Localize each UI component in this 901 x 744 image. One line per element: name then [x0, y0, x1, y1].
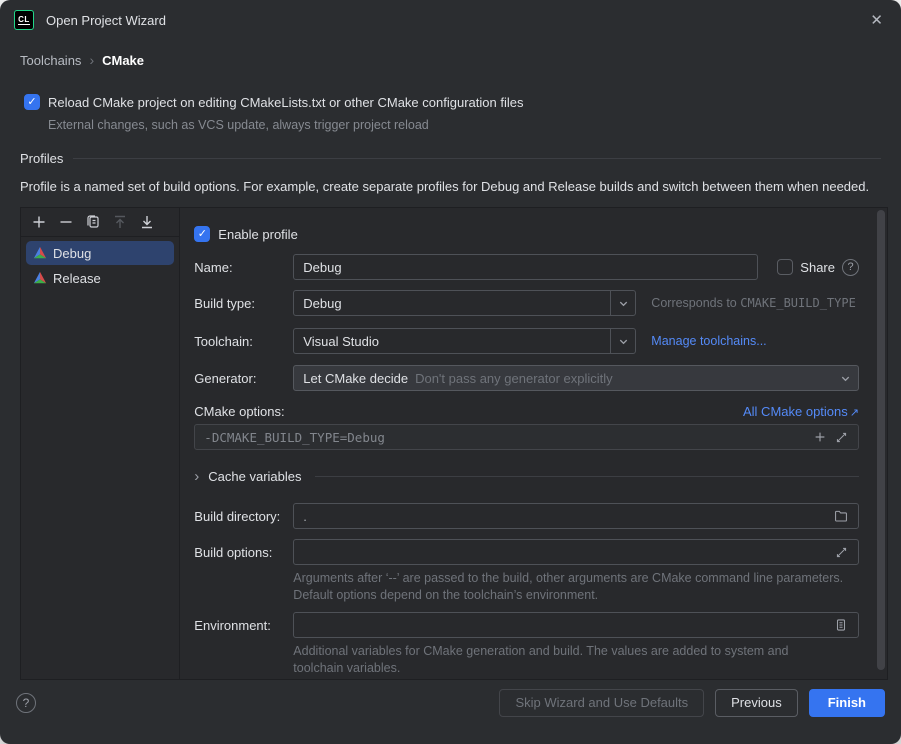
cmake-options-header: CMake options: All CMake options↗	[194, 404, 859, 419]
cmake-options-label: CMake options:	[194, 404, 284, 419]
generator-row: Generator: Let CMake decide Don't pass a…	[194, 365, 859, 391]
enable-profile-row: ✓ Enable profile	[194, 226, 859, 242]
profiles-title: Profiles	[20, 151, 63, 166]
move-down-button[interactable]	[139, 214, 155, 230]
profile-item-label: Release	[53, 271, 101, 286]
profile-item-debug[interactable]: Debug	[26, 241, 174, 265]
environment-input[interactable]	[293, 612, 859, 638]
cmake-profile-icon	[33, 271, 47, 285]
breadcrumb-cmake: CMake	[102, 53, 144, 68]
cache-variables-toggle[interactable]: › Cache variables	[194, 468, 859, 485]
toolchain-row: Toolchain: Visual Studio Manage toolchai…	[194, 328, 859, 354]
build-options-hint: Arguments after ‘--’ are passed to the b…	[293, 570, 853, 603]
breadcrumb-toolchains[interactable]: Toolchains	[20, 53, 81, 68]
generator-select[interactable]: Let CMake decide Don't pass any generato…	[293, 365, 859, 391]
build-type-hint: Corresponds to CMAKE_BUILD_TYPE	[651, 296, 856, 310]
name-input[interactable]: Debug	[293, 254, 758, 280]
profile-item-release[interactable]: Release	[26, 266, 174, 290]
reload-section: ✓ Reload CMake project on editing CMakeL…	[24, 92, 901, 132]
name-row: Name: Debug Share ?	[194, 254, 859, 280]
share-label: Share	[800, 260, 835, 275]
checkmark-icon: ✓	[27, 97, 36, 108]
build-type-value: Debug	[303, 296, 341, 311]
clion-logo-icon: CL	[14, 10, 34, 30]
open-project-wizard-dialog: CL Open Project Wizard ✕ Toolchains › CM…	[0, 0, 901, 744]
toolchain-label: Toolchain:	[194, 334, 293, 349]
generator-placeholder: Don't pass any generator explicitly	[415, 371, 613, 386]
folder-icon[interactable]	[834, 509, 848, 523]
build-directory-label: Build directory:	[194, 509, 293, 524]
toolchain-select[interactable]: Visual Studio	[293, 328, 636, 354]
environment-hint: Additional variables for CMake generatio…	[293, 643, 828, 676]
separator-line	[73, 158, 881, 159]
build-options-label: Build options:	[194, 545, 293, 560]
build-type-label: Build type:	[194, 296, 293, 311]
profiles-section-header: Profiles	[20, 148, 881, 168]
profiles-description: Profile is a named set of build options.…	[20, 178, 881, 196]
add-profile-button[interactable]	[31, 214, 47, 230]
finish-button[interactable]: Finish	[809, 689, 885, 717]
titlebar: CL Open Project Wizard ✕	[0, 0, 901, 40]
remove-profile-button[interactable]	[58, 214, 74, 230]
chevron-right-icon: ›	[89, 52, 94, 68]
expand-icon[interactable]	[835, 546, 848, 559]
chevron-down-icon	[610, 329, 635, 353]
chevron-right-icon: ›	[194, 468, 199, 485]
breadcrumb: Toolchains › CMake	[20, 50, 901, 70]
share-help-icon[interactable]: ?	[842, 259, 859, 276]
cmake-options-input[interactable]: -DCMAKE_BUILD_TYPE=Debug	[194, 424, 859, 450]
build-type-select[interactable]: Debug	[293, 290, 636, 316]
reload-hint: External changes, such as VCS update, al…	[48, 118, 901, 132]
enable-profile-checkbox[interactable]: ✓	[194, 226, 210, 242]
reload-checkbox[interactable]: ✓	[24, 94, 40, 110]
build-directory-row: Build directory: .	[194, 503, 859, 529]
variables-list-icon[interactable]	[834, 618, 848, 632]
reload-label: Reload CMake project on editing CMakeLis…	[48, 95, 523, 110]
profiles-panel: Debug Release ✓ Enable profile N	[20, 207, 888, 680]
enable-profile-label: Enable profile	[218, 227, 298, 242]
profiles-list-panel: Debug Release	[21, 208, 180, 679]
checkmark-icon: ✓	[198, 229, 207, 240]
profiles-list: Debug Release	[21, 237, 179, 295]
name-label: Name:	[194, 260, 293, 275]
skip-wizard-button[interactable]: Skip Wizard and Use Defaults	[499, 689, 704, 717]
previous-button[interactable]: Previous	[715, 689, 798, 717]
environment-row: Environment:	[194, 612, 859, 638]
cmake-options-value: -DCMAKE_BUILD_TYPE=Debug	[204, 430, 385, 445]
build-options-row: Build options:	[194, 539, 859, 565]
toolchain-value: Visual Studio	[303, 334, 379, 349]
share-checkbox[interactable]	[777, 259, 793, 275]
cache-variables-label: Cache variables	[208, 469, 301, 484]
all-cmake-options-link[interactable]: All CMake options↗	[743, 404, 859, 419]
scrollbar[interactable]	[877, 210, 885, 670]
environment-label: Environment:	[194, 618, 293, 633]
expand-icon[interactable]	[835, 431, 848, 444]
close-icon[interactable]: ✕	[866, 9, 887, 31]
help-icon[interactable]: ?	[16, 693, 36, 713]
copy-profile-button[interactable]	[85, 214, 101, 230]
move-up-button[interactable]	[112, 214, 128, 230]
generator-value: Let CMake decide	[303, 371, 408, 386]
add-option-icon[interactable]	[813, 430, 827, 444]
build-directory-value: .	[303, 509, 307, 524]
build-type-row: Build type: Debug Corresponds to CMAKE_B…	[194, 290, 859, 316]
generator-label: Generator:	[194, 371, 293, 386]
build-options-input[interactable]	[293, 539, 859, 565]
clion-logo-text: CL	[18, 15, 30, 25]
profiles-toolbar	[21, 208, 179, 237]
profile-form: ✓ Enable profile Name: Debug Share ? Bui…	[180, 208, 887, 679]
chevron-down-icon	[610, 291, 635, 315]
footer: ? Skip Wizard and Use Defaults Previous …	[0, 680, 901, 729]
cmake-profile-icon	[33, 246, 47, 260]
build-directory-input[interactable]: .	[293, 503, 859, 529]
external-link-icon: ↗	[850, 407, 859, 419]
chevron-down-icon	[833, 366, 858, 390]
manage-toolchains-link[interactable]: Manage toolchains...	[651, 334, 766, 348]
separator-line	[315, 476, 859, 477]
window-title: Open Project Wizard	[46, 13, 166, 28]
profile-item-label: Debug	[53, 246, 91, 261]
name-value: Debug	[303, 260, 341, 275]
